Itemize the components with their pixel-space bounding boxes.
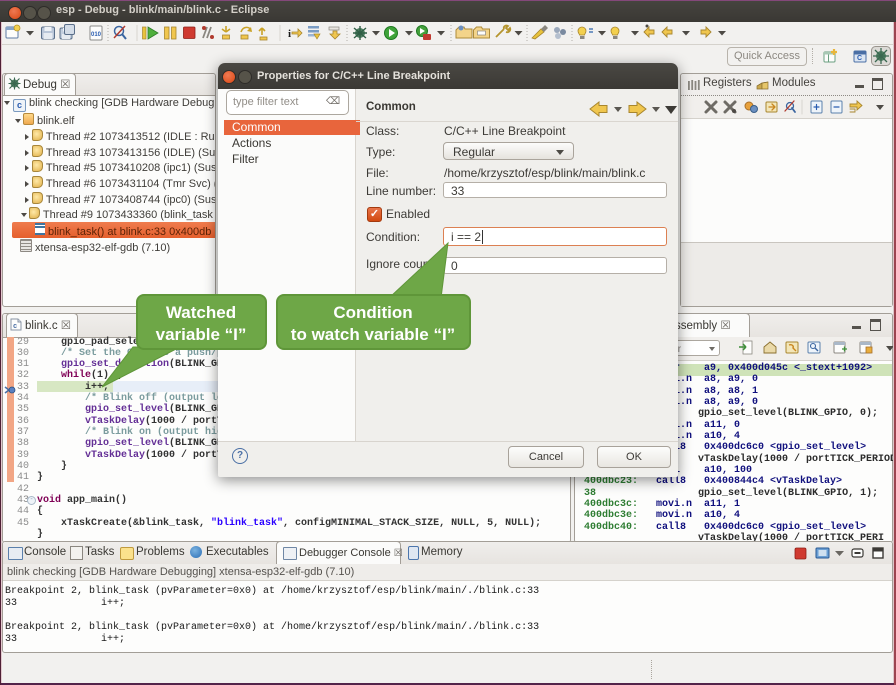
svg-text:010: 010: [91, 32, 102, 38]
svg-text:c: c: [13, 323, 17, 331]
svg-text:C: C: [857, 55, 862, 62]
svg-text:i: i: [288, 28, 291, 40]
